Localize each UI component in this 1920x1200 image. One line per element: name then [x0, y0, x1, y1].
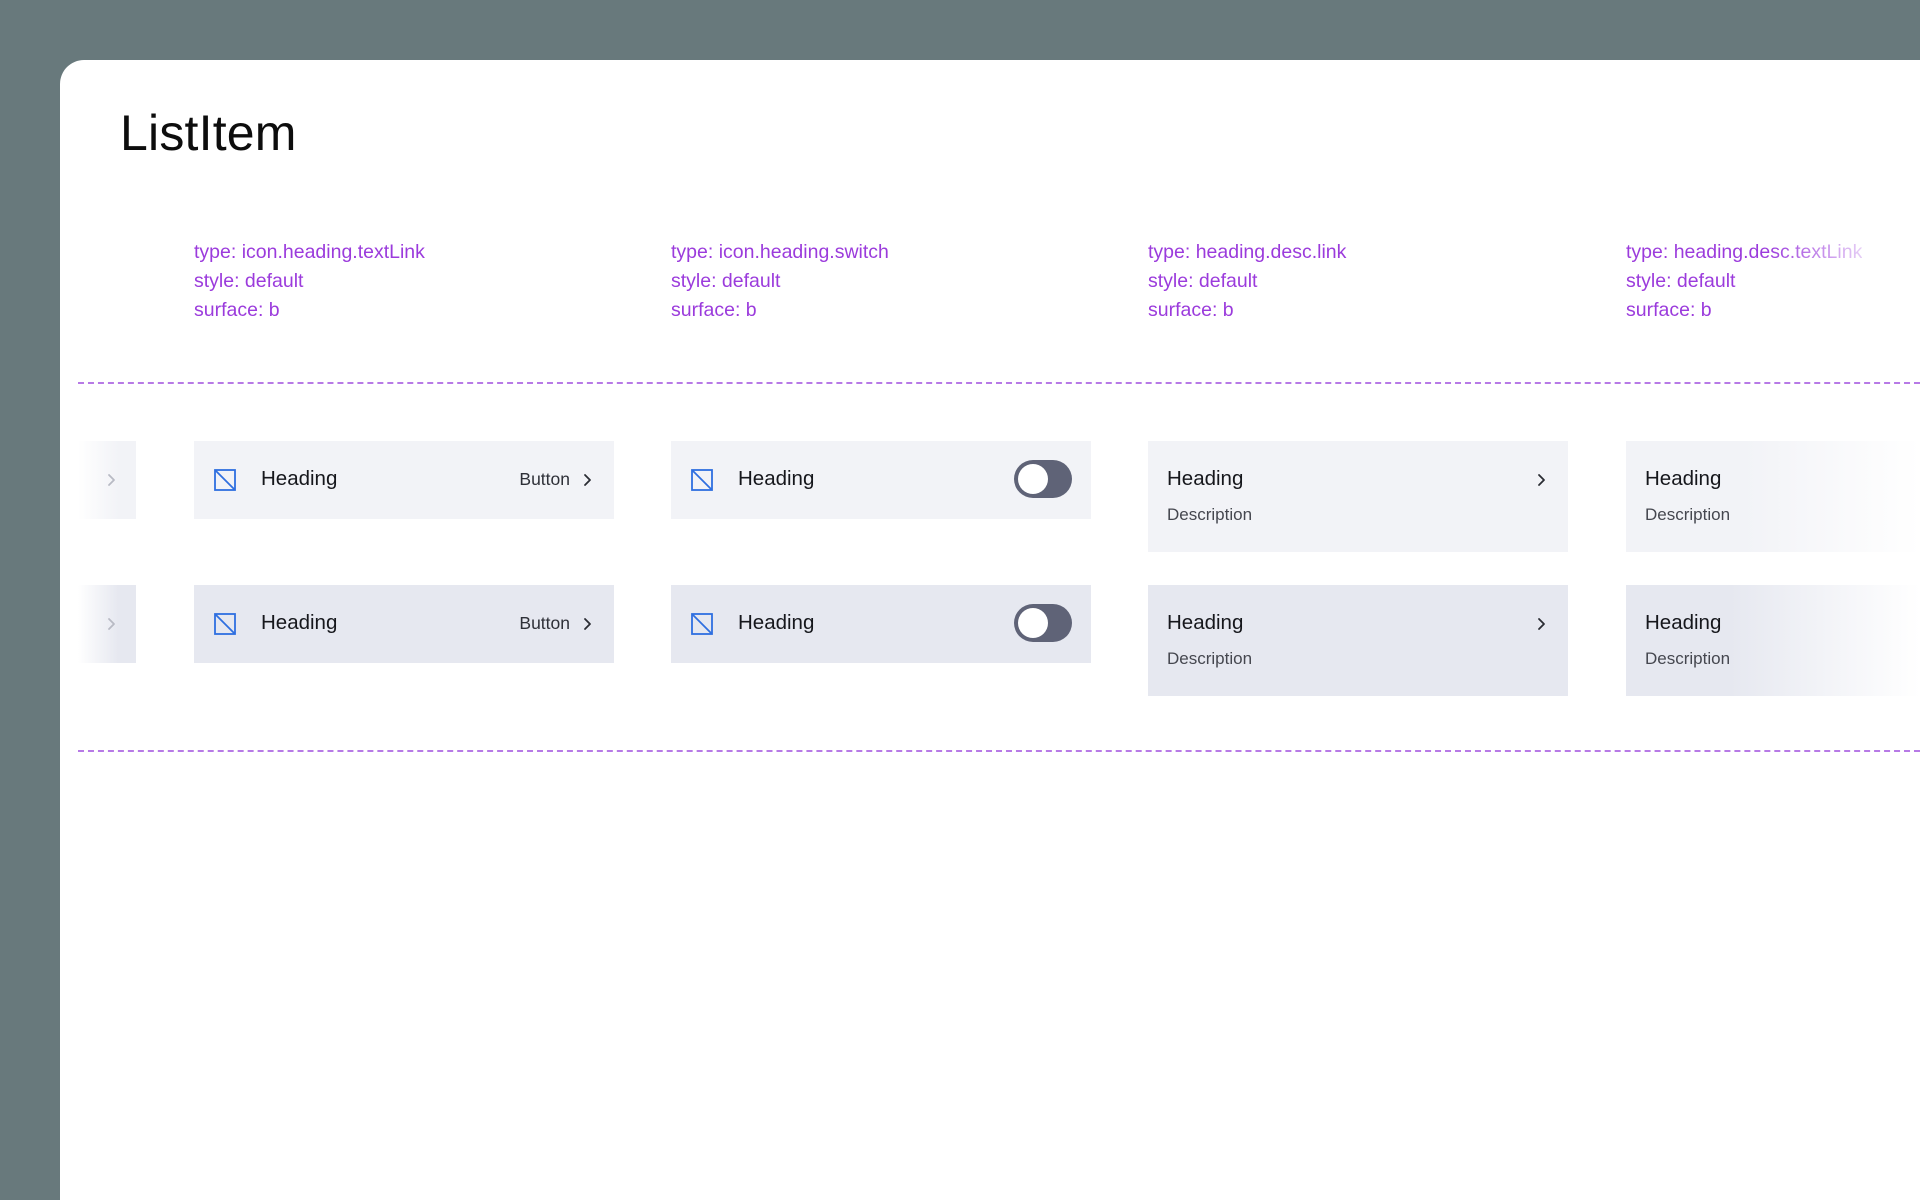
- list-item-heading: Heading: [738, 611, 815, 634]
- chevron-right-icon: [108, 474, 115, 486]
- spec-type: type: icon.heading.textLink: [194, 241, 425, 263]
- spec-surface: surface: b: [671, 299, 757, 321]
- section-divider-top: [78, 382, 1920, 384]
- text-link-button[interactable]: Button: [519, 613, 570, 634]
- list-item-heading-desc-textlink[interactable]: Heading Description: [1626, 441, 1920, 552]
- list-item-heading-desc-link[interactable]: Heading Description: [1148, 441, 1568, 552]
- spec-type: type: heading.desc.link: [1148, 241, 1347, 263]
- spec-label-col4: type: heading.desc.textLink style: defau…: [1626, 238, 1862, 325]
- chevron-right-icon: [1538, 474, 1545, 486]
- spec-type: type: icon.heading.switch: [671, 241, 889, 263]
- spec-label-col1: type: icon.heading.textLink style: defau…: [194, 238, 425, 325]
- chevron-right-icon: [1538, 618, 1545, 630]
- spec-type: type: heading.desc.textLink: [1626, 238, 1862, 267]
- page-title: ListItem: [120, 105, 297, 161]
- toggle-switch[interactable]: [1014, 604, 1072, 642]
- list-item-heading: Heading: [1645, 611, 1722, 634]
- placeholder-square-slash-icon: [691, 613, 713, 635]
- list-item-description: Description: [1645, 649, 1731, 668]
- text-link-button[interactable]: Button: [519, 469, 570, 490]
- chevron-right-icon: [584, 474, 591, 486]
- toggle-switch-knob: [1018, 608, 1048, 638]
- spec-style: style: default: [1626, 270, 1736, 292]
- list-item-description: Description: [1645, 505, 1731, 524]
- spec-surface: surface: b: [1626, 299, 1712, 321]
- placeholder-square-slash-icon: [214, 469, 236, 491]
- spec-surface: surface: b: [1148, 299, 1234, 321]
- spec-style: style: default: [1148, 270, 1258, 292]
- spec-style: style: default: [671, 270, 781, 292]
- toggle-switch[interactable]: [1014, 460, 1072, 498]
- list-item-icon-heading-switch[interactable]: Heading: [671, 585, 1091, 663]
- list-item-description: Description: [1167, 505, 1253, 524]
- spec-label-col3: type: heading.desc.link style: default s…: [1148, 238, 1346, 325]
- placeholder-square-slash-icon: [214, 613, 236, 635]
- list-item-heading-desc-textlink[interactable]: Heading Description: [1626, 585, 1920, 696]
- list-item-heading: Heading: [261, 611, 338, 634]
- list-item-heading-desc-link[interactable]: Heading Description: [1148, 585, 1568, 696]
- chevron-right-icon: [584, 618, 591, 630]
- placeholder-square-slash-icon: [691, 469, 713, 491]
- spec-style: style: default: [194, 270, 304, 292]
- section-divider-bottom: [78, 750, 1920, 752]
- list-item-heading: Heading: [1167, 467, 1244, 490]
- toggle-switch-knob: [1018, 464, 1048, 494]
- canvas-panel: ListItem type: icon.heading.textLink sty…: [60, 60, 1920, 1200]
- list-item-heading: Heading: [738, 467, 815, 490]
- list-item-description: Description: [1167, 649, 1253, 668]
- list-item-cutoff[interactable]: [78, 441, 136, 519]
- spec-surface: surface: b: [194, 299, 280, 321]
- list-item-icon-heading-textlink[interactable]: Heading Button: [194, 585, 614, 663]
- list-item-icon-heading-switch[interactable]: Heading: [671, 441, 1091, 519]
- list-item-cutoff[interactable]: [78, 585, 136, 663]
- list-item-heading: Heading: [1645, 467, 1722, 490]
- list-item-heading: Heading: [1167, 611, 1244, 634]
- list-item-icon-heading-textlink[interactable]: Heading Button: [194, 441, 614, 519]
- list-item-heading: Heading: [261, 467, 338, 490]
- chevron-right-icon: [108, 618, 115, 630]
- spec-label-col2: type: icon.heading.switch style: default…: [671, 238, 889, 325]
